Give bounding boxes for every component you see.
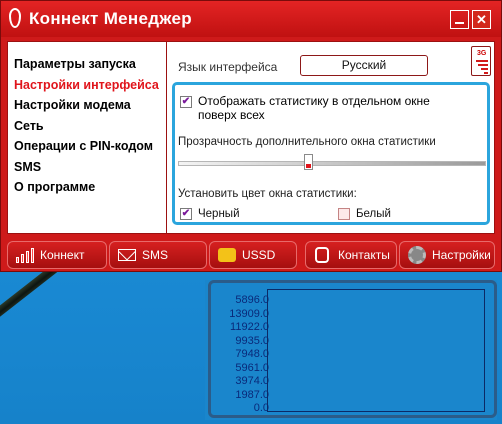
settings-button-label: Настройки bbox=[432, 248, 491, 262]
stats-tick-label: 0.0 bbox=[253, 402, 269, 414]
stats-graph-area bbox=[267, 289, 485, 412]
menu-item[interactable]: Сеть bbox=[14, 116, 166, 137]
signal-line bbox=[476, 60, 488, 62]
bottom-toolbar: Коннект SMS USSD Контакты Настройки bbox=[7, 241, 495, 269]
stats-window-checkbox[interactable]: ✔ bbox=[180, 96, 192, 108]
sms-button[interactable]: SMS bbox=[109, 241, 207, 269]
stats-window-label: Отображать статистику в отдельном окне п… bbox=[198, 94, 430, 122]
stats-tick-label: 3974.0 bbox=[235, 375, 269, 387]
minimize-button[interactable] bbox=[450, 10, 469, 29]
title-bar[interactable]: Коннект Менеджер ✕ bbox=[1, 1, 501, 37]
menu-item[interactable]: Настройки интерфейса bbox=[14, 75, 166, 96]
ussd-icon bbox=[216, 246, 238, 264]
sms-button-label: SMS bbox=[142, 248, 169, 262]
connect-button-label: Коннект bbox=[40, 248, 85, 262]
white-color-label: Белый bbox=[356, 208, 391, 220]
black-color-label: Черный bbox=[198, 208, 240, 220]
menu-item[interactable]: Настройки модема bbox=[14, 95, 166, 116]
ussd-button[interactable]: USSD bbox=[209, 241, 297, 269]
close-button[interactable]: ✕ bbox=[472, 10, 491, 29]
content-panel: Параметры запуска Настройки интерфейса Нас… bbox=[7, 41, 495, 234]
contacts-button[interactable]: Контакты bbox=[305, 241, 397, 269]
gear-icon bbox=[406, 246, 428, 264]
slider-thumb-tip bbox=[305, 164, 311, 168]
network-type-badge[interactable]: 3G bbox=[471, 46, 491, 76]
stats-tick-label: 13909.0 bbox=[229, 307, 269, 320]
envelope-icon bbox=[116, 246, 138, 264]
language-label: Язык интерфейса bbox=[178, 60, 278, 74]
contacts-button-label: Контакты bbox=[338, 248, 390, 262]
settings-button[interactable]: Настройки bbox=[399, 241, 495, 269]
transparency-label: Прозрачность дополнительного окна статис… bbox=[178, 136, 436, 148]
signal-bars-icon bbox=[14, 246, 36, 264]
stats-tick-label: 5896.0 bbox=[235, 294, 269, 306]
connect-manager-window: Коннект Менеджер ✕ Параметры запуска Наст… bbox=[0, 0, 502, 272]
window-title: Коннект Менеджер bbox=[29, 9, 192, 28]
statistics-overlay-window[interactable]: 5896.0 13909.0 11922.0 9935.0 7948.0 5961.0 39… bbox=[205, 280, 497, 420]
menu-item[interactable]: Операции с PIN-кодом bbox=[14, 136, 166, 157]
language-select[interactable]: Русский bbox=[300, 55, 428, 76]
transparency-slider-track[interactable] bbox=[178, 161, 486, 166]
interface-settings-panel: Язык интерфейса Русский 3G ✔ Отображать … bbox=[168, 42, 494, 233]
menu-item[interactable]: SMS bbox=[14, 157, 166, 178]
transparency-slider-thumb[interactable] bbox=[303, 154, 313, 170]
signal-line bbox=[481, 68, 488, 70]
menu-item[interactable]: Параметры запуска bbox=[14, 54, 166, 75]
stats-tick-label: 9935.0 bbox=[235, 334, 269, 347]
menu-item[interactable]: О программе bbox=[14, 177, 166, 198]
settings-menu: Параметры запуска Настройки интерфейса Нас… bbox=[8, 42, 167, 233]
vodafone-logo-icon bbox=[9, 8, 21, 28]
phone-icon bbox=[312, 246, 334, 264]
network-type-text: 3G bbox=[477, 50, 487, 57]
signal-line bbox=[478, 64, 488, 66]
black-color-checkbox[interactable]: ✔ bbox=[180, 208, 192, 220]
stats-y-axis: 5896.0 13909.0 11922.0 9935.0 7948.0 5961.0 39… bbox=[213, 294, 269, 416]
minimize-icon bbox=[455, 22, 464, 24]
signal-line bbox=[484, 72, 488, 74]
connect-button[interactable]: Коннект bbox=[7, 241, 107, 269]
stats-color-label: Установить цвет окна статистики: bbox=[178, 188, 357, 200]
stats-tick-label: 11922.0 bbox=[230, 321, 269, 333]
stats-tick-label: 1987.0 bbox=[235, 388, 269, 401]
ussd-button-label: USSD bbox=[242, 248, 276, 262]
stats-tick-label: 5961.0 bbox=[235, 361, 269, 374]
white-color-checkbox[interactable] bbox=[338, 208, 350, 220]
stats-tick-label: 7948.0 bbox=[235, 348, 269, 360]
